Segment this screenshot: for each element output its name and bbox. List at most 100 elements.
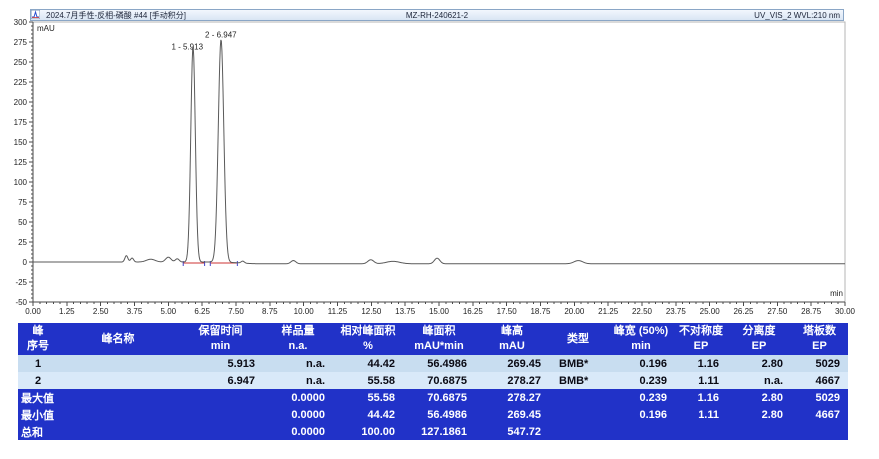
table-cell: 269.45 <box>475 355 549 372</box>
svg-text:275: 275 <box>14 38 28 47</box>
header-cell: 相对峰面积% <box>333 323 403 355</box>
svg-text:18.75: 18.75 <box>530 307 551 316</box>
chromatogram-plot[interactable]: -50-250255075100125150175200225250275300… <box>0 0 879 318</box>
svg-text:100: 100 <box>14 178 28 187</box>
table-cell: 0.196 <box>607 355 675 372</box>
table-row[interactable]: 26.947n.a.55.5870.6875278.27BMB*0.2391.1… <box>18 372 848 389</box>
table-cell: 5029 <box>791 389 848 406</box>
summary-label: 最小值 <box>18 406 263 423</box>
svg-text:150: 150 <box>14 138 28 147</box>
table-cell: 1.11 <box>675 372 727 389</box>
table-header-row: 峰序号峰名称保留时间min样品量n.a.相对峰面积%峰面积mAU*min峰高mA… <box>18 323 848 355</box>
table-cell <box>727 423 791 440</box>
svg-text:30.00: 30.00 <box>835 307 856 316</box>
table-cell: 2 <box>18 372 58 389</box>
table-cell: 278.27 <box>475 372 549 389</box>
svg-text:12.50: 12.50 <box>361 307 382 316</box>
table-cell: n.a. <box>263 355 333 372</box>
x-axis-unit: min <box>830 289 843 298</box>
table-cell <box>549 406 607 423</box>
svg-text:0.00: 0.00 <box>25 307 41 316</box>
svg-text:2.50: 2.50 <box>93 307 109 316</box>
header-cell: 分离度EP <box>727 323 791 355</box>
trace-line <box>33 40 845 264</box>
table-cell: 1.11 <box>675 406 727 423</box>
svg-text:225: 225 <box>14 78 28 87</box>
table-cell: 4667 <box>791 406 848 423</box>
svg-text:mAU: mAU <box>37 24 55 33</box>
svg-text:min: min <box>830 289 843 298</box>
peak-label: 1 - 5.913 <box>171 42 203 51</box>
svg-text:75: 75 <box>18 198 27 207</box>
table-cell <box>549 389 607 406</box>
svg-text:300: 300 <box>14 18 28 27</box>
table-cell <box>791 423 848 440</box>
summary-row[interactable]: 最小值0.000044.4256.4986269.450.1961.112.80… <box>18 406 848 423</box>
table-cell: 55.58 <box>333 389 403 406</box>
svg-text:22.50: 22.50 <box>632 307 653 316</box>
table-cell: 0.0000 <box>263 406 333 423</box>
injection-title: 2024.7月手性-反相-磷酸 #44 [手动积分] <box>46 10 186 21</box>
svg-text:5.00: 5.00 <box>161 307 177 316</box>
tick-labels: -50-250255075100125150175200225250275300… <box>14 18 856 316</box>
summary-row[interactable]: 最大值0.000055.5870.6875278.270.2391.162.80… <box>18 389 848 406</box>
svg-text:125: 125 <box>14 158 28 167</box>
svg-text:7.50: 7.50 <box>228 307 244 316</box>
svg-text:26.25: 26.25 <box>733 307 754 316</box>
summary-row[interactable]: 总和0.0000100.00127.1861547.72 <box>18 423 848 440</box>
table-cell: 2.80 <box>727 355 791 372</box>
svg-text:1 - 5.913: 1 - 5.913 <box>171 42 203 51</box>
results-table: 峰序号峰名称保留时间min样品量n.a.相对峰面积%峰面积mAU*min峰高mA… <box>18 323 848 440</box>
svg-text:6.25: 6.25 <box>194 307 210 316</box>
table-cell <box>675 423 727 440</box>
report-view: -50-250255075100125150175200225250275300… <box>0 0 879 459</box>
table-cell: 56.4986 <box>403 355 475 372</box>
svg-text:11.25: 11.25 <box>328 307 348 316</box>
table-row[interactable]: 15.913n.a.44.4256.4986269.45BMB*0.1961.1… <box>18 355 848 372</box>
table-cell: 4667 <box>791 372 848 389</box>
table-cell: 0.0000 <box>263 389 333 406</box>
table-cell <box>607 423 675 440</box>
table-cell: 2.80 <box>727 389 791 406</box>
summary-label: 总和 <box>18 423 263 440</box>
peak-label: 2 - 6.947 <box>205 30 237 39</box>
svg-text:28.75: 28.75 <box>801 307 822 316</box>
table-cell: 0.239 <box>607 389 675 406</box>
svg-text:25: 25 <box>18 238 27 247</box>
table-cell: 5029 <box>791 355 848 372</box>
svg-text:1.25: 1.25 <box>59 307 75 316</box>
table-cell: 269.45 <box>475 406 549 423</box>
svg-text:175: 175 <box>14 118 28 127</box>
svg-text:250: 250 <box>14 58 28 67</box>
svg-text:-50: -50 <box>15 298 27 307</box>
table-cell: 6.947 <box>178 372 263 389</box>
header-cell: 峰宽 (50%)min <box>607 323 675 355</box>
svg-text:13.75: 13.75 <box>395 307 416 316</box>
table-cell <box>58 372 178 389</box>
table-cell: BMB* <box>549 372 607 389</box>
svg-text:25.00: 25.00 <box>700 307 721 316</box>
svg-text:8.75: 8.75 <box>262 307 278 316</box>
summary-label: 最大值 <box>18 389 263 406</box>
channel-label: UV_VIS_2 WVL:210 nm <box>754 11 840 20</box>
table-cell <box>549 423 607 440</box>
header-cell: 峰序号 <box>18 323 58 355</box>
signal-icon <box>34 11 43 20</box>
svg-text:10.00: 10.00 <box>294 307 315 316</box>
table-cell: 127.1861 <box>403 423 475 440</box>
chromatogram-header-bar: 2024.7月手性-反相-磷酸 #44 [手动积分] MZ-RH-240621-… <box>30 9 844 21</box>
table-cell: n.a. <box>263 372 333 389</box>
svg-text:27.50: 27.50 <box>767 307 788 316</box>
table-cell: 70.6875 <box>403 389 475 406</box>
header-cell: 峰高mAU <box>475 323 549 355</box>
svg-text:16.25: 16.25 <box>463 307 484 316</box>
table-cell: 44.42 <box>333 355 403 372</box>
svg-text:0: 0 <box>23 258 28 267</box>
header-cell: 保留时间min <box>178 323 263 355</box>
svg-text:2 - 6.947: 2 - 6.947 <box>205 30 237 39</box>
table-cell: 56.4986 <box>403 406 475 423</box>
table-cell: 1.16 <box>675 355 727 372</box>
svg-text:200: 200 <box>14 98 28 107</box>
svg-text:20.00: 20.00 <box>564 307 585 316</box>
header-cell: 不对称度EP <box>675 323 727 355</box>
